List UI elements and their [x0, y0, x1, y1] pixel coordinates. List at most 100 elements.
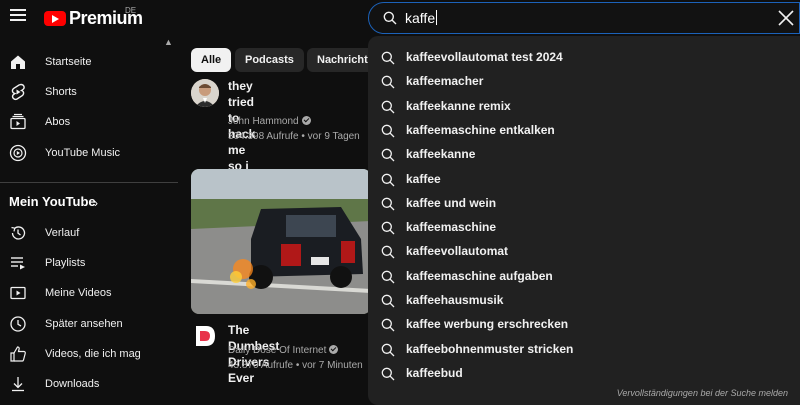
search-icon	[381, 124, 395, 138]
search-icon	[381, 221, 395, 235]
search-suggestion[interactable]: kaffee	[368, 169, 800, 193]
search-icon	[381, 173, 395, 186]
search-icon	[381, 270, 395, 284]
channel-avatar[interactable]	[191, 79, 219, 107]
suggestion-text: kaffeekanne	[406, 147, 476, 162]
sidebar-item-playlists[interactable]: Playlists	[0, 248, 178, 278]
suggestion-text: kaffee	[406, 171, 441, 186]
search-suggestion[interactable]: kaffeemaschine entkalken	[368, 120, 800, 144]
scroll-up-arrow-icon[interactable]: ▲	[164, 37, 173, 47]
suggestion-text: kaffeemacher	[406, 74, 484, 89]
verified-badge-icon	[329, 345, 339, 354]
suggestion-text: kaffeekanne remix	[406, 98, 511, 113]
suggestion-text: kaffeebohnenmuster stricken	[406, 341, 574, 356]
youtube-play-icon	[44, 11, 66, 26]
playlists-icon	[11, 257, 25, 270]
thumbnail-image	[191, 169, 371, 314]
liked-videos-icon	[10, 346, 26, 362]
sidebar-item-startseite[interactable]: Startseite	[0, 47, 178, 77]
sidebar-item-abos[interactable]: Abos	[0, 107, 178, 137]
hamburger-menu-icon[interactable]	[10, 9, 26, 23]
suggestion-text: kaffeemaschine aufgaben	[406, 268, 553, 283]
sidebar-item-label: Playlists	[45, 257, 86, 269]
search-suggestion[interactable]: kaffeemacher	[368, 71, 800, 95]
search-suggestion[interactable]: kaffeebud	[368, 363, 800, 387]
sidebar-item-spaeter-ansehen[interactable]: Später ansehen	[0, 309, 178, 339]
search-icon	[381, 148, 395, 162]
search-suggestion[interactable]: kaffeemaschine aufgaben	[368, 266, 800, 290]
search-icon	[381, 51, 395, 65]
history-icon	[11, 226, 26, 240]
video-meta: 43.870 Aufrufe • vor 7 Minuten	[228, 360, 363, 371]
sidebar-item-downloads[interactable]: Downloads	[0, 369, 178, 399]
search-suggestion[interactable]: kaffee werbung erschrecken	[368, 314, 800, 338]
sidebar-item-label: Videos, die ich mag	[45, 348, 141, 360]
avatar-portrait-icon	[191, 79, 219, 107]
search-icon	[381, 343, 395, 357]
sidebar-divider	[0, 182, 178, 183]
sidebar-item-label: Meine Videos	[45, 287, 112, 299]
search-suggestions-dropdown: Vervollständigungen bei der Suche melden…	[368, 36, 800, 405]
search-suggestion[interactable]: kaffeekanne	[368, 144, 800, 168]
suggestion-text: kaffee und wein	[406, 195, 497, 210]
downloads-icon	[12, 377, 24, 392]
suggestion-text: kaffee werbung erschrecken	[406, 317, 569, 332]
search-suggestion[interactable]: kaffeebohnenmuster stricken	[368, 339, 800, 363]
search-suggestion[interactable]: kaffee und wein	[368, 193, 800, 217]
search-icon	[381, 75, 395, 89]
video-thumbnail[interactable]	[191, 169, 371, 314]
sidebar-item-label: Downloads	[45, 378, 100, 390]
search-icon	[381, 294, 395, 308]
chevron-right-icon[interactable]: ›	[94, 196, 98, 210]
search-suggestion[interactable]: kaffeekanne remix	[368, 96, 800, 120]
sidebar-item-label: Startseite	[45, 56, 92, 68]
sidebar-item-label: Shorts	[45, 86, 77, 98]
chip-nachrichten[interactable]: Nachrichten	[307, 48, 368, 72]
sidebar-item-meine-videos[interactable]: Meine Videos	[0, 278, 178, 308]
report-suggestions-link[interactable]: Vervollständigungen bei der Suche melden	[617, 388, 788, 398]
sidebar-item-label: YouTube Music	[45, 147, 121, 159]
search-icon	[381, 197, 395, 211]
chip-alle[interactable]: Alle	[191, 48, 232, 72]
suggestion-text: kaffeemaschine entkalken	[406, 122, 555, 137]
my-videos-icon	[10, 286, 26, 300]
sidebar-item-youtube-music[interactable]: YouTube Music	[0, 138, 178, 168]
chip-podcasts[interactable]: Podcasts	[235, 48, 304, 72]
sidebar-item-shorts[interactable]: Shorts	[0, 77, 178, 107]
home-icon	[11, 55, 25, 69]
search-icon	[381, 100, 395, 114]
search-suggestion[interactable]: kaffeehausmusik	[368, 290, 800, 314]
section-title-mein-youtube[interactable]: Mein YouTube	[9, 194, 96, 209]
search-query: kaffe	[405, 10, 438, 26]
channel-name[interactable]: John Hammond	[228, 116, 311, 127]
search-suggestion[interactable]: kaffeevollautomat	[368, 241, 800, 265]
youtube-music-icon	[9, 144, 27, 162]
watch-later-icon	[10, 316, 26, 332]
search-icon	[381, 246, 395, 259]
sidebar: Startseite Shorts Abos YouTube Music Mei…	[0, 36, 178, 405]
sidebar-item-label: Verlauf	[45, 227, 80, 239]
filter-chip-bar: Alle Podcasts Nachrichten	[178, 46, 368, 72]
search-suggestion[interactable]: kaffeevollautomat test 2024	[368, 47, 800, 71]
sidebar-item-verlauf[interactable]: Verlauf	[0, 218, 178, 248]
suggestion-text: kaffeevollautomat	[406, 244, 509, 259]
channel-avatar[interactable]	[191, 322, 219, 350]
clear-search-icon[interactable]	[777, 9, 795, 27]
suggestion-text: kaffeehausmusik	[406, 293, 504, 307]
masthead: Premium DE kaffe	[0, 0, 800, 36]
suggestion-text: kaffeemaschine	[406, 220, 497, 235]
suggestion-text: kaffeebud	[406, 365, 463, 380]
search-icon	[383, 11, 397, 25]
search-suggestion[interactable]: kaffeemaschine	[368, 217, 800, 241]
shorts-icon	[11, 83, 25, 101]
sidebar-item-liked-videos[interactable]: Videos, die ich mag	[0, 339, 178, 369]
subscriptions-icon	[10, 113, 26, 130]
region-code: DE	[125, 6, 137, 15]
search-input[interactable]: kaffe	[368, 2, 800, 34]
channel-name[interactable]: Daily Dose Of Internet	[228, 345, 339, 356]
search-icon	[381, 367, 395, 381]
suggestion-text: kaffeevollautomat test 2024	[406, 50, 563, 64]
sidebar-item-label: Abos	[45, 116, 71, 128]
sidebar-item-label: Später ansehen	[45, 318, 123, 330]
daily-dose-logo-icon	[196, 326, 215, 346]
